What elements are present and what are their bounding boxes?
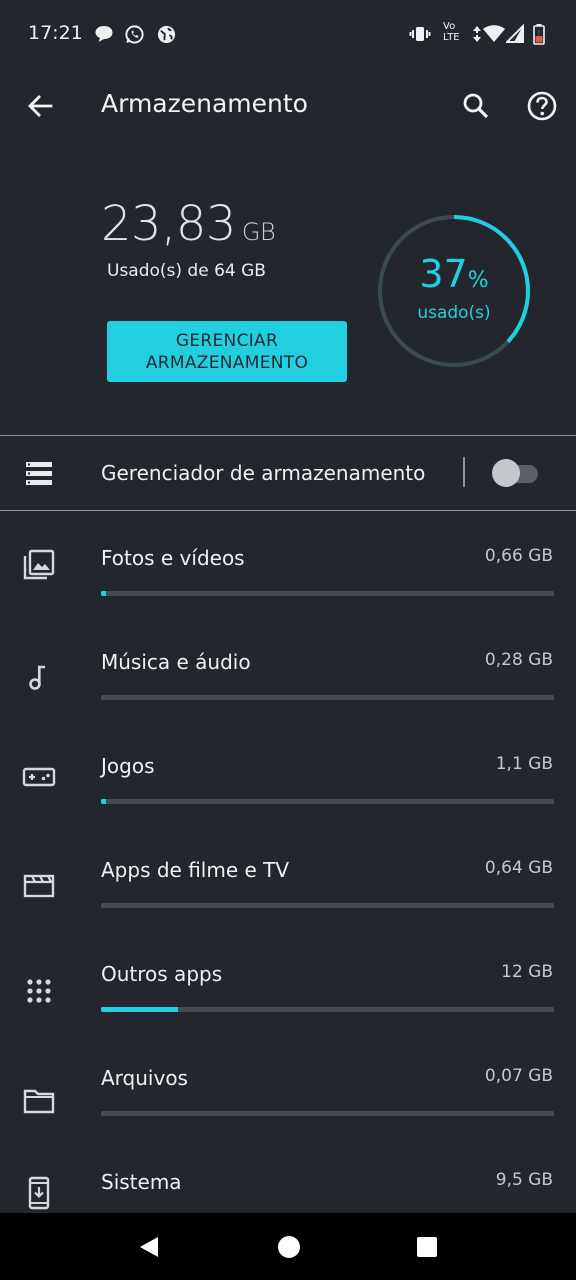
category-label: Jogos bbox=[101, 754, 155, 778]
gamepad-icon bbox=[22, 760, 56, 794]
category-usage-bar bbox=[101, 591, 554, 596]
volte-label: Vo LTE bbox=[443, 21, 460, 43]
usage-percent-label: usado(s) bbox=[417, 303, 491, 323]
system-update-icon bbox=[22, 1176, 56, 1210]
category-usage-bar bbox=[101, 695, 554, 700]
manage-button-line1: GERENCIAR bbox=[175, 330, 279, 351]
toggle-thumb bbox=[492, 459, 520, 487]
battery-icon: ! bbox=[533, 23, 545, 45]
divider bbox=[0, 510, 576, 511]
globe-icon bbox=[156, 23, 177, 45]
whatsapp-icon bbox=[124, 23, 145, 45]
category-item[interactable]: Outros apps 12 GB bbox=[0, 942, 576, 1046]
category-size: 1,1 GB bbox=[495, 754, 553, 774]
music-note-icon bbox=[22, 660, 56, 694]
category-label: Outros apps bbox=[101, 962, 223, 986]
data-arrows-icon bbox=[472, 23, 482, 45]
photos-icon bbox=[22, 548, 56, 582]
arrow-back-icon bbox=[28, 95, 53, 117]
category-usage-bar bbox=[101, 1111, 554, 1116]
category-usage-fill bbox=[101, 591, 106, 596]
folder-icon bbox=[22, 1084, 56, 1118]
nav-recents-button[interactable] bbox=[417, 1237, 437, 1257]
navigation-bar bbox=[0, 1213, 576, 1280]
vertical-divider bbox=[463, 457, 465, 487]
usage-percent-value: 37 bbox=[419, 252, 468, 296]
nav-home-button[interactable] bbox=[278, 1236, 300, 1258]
manage-button-line2: ARMAZENAMENTO bbox=[145, 352, 309, 373]
status-time: 17:21 bbox=[28, 22, 83, 44]
category-size: 0,66 GB bbox=[484, 546, 553, 566]
category-label: Fotos e vídeos bbox=[101, 546, 245, 570]
category-item[interactable]: Arquivos 0,07 GB bbox=[0, 1046, 576, 1150]
manage-storage-button[interactable]: GERENCIAR ARMAZENAMENTO bbox=[107, 321, 347, 382]
search-icon bbox=[463, 93, 489, 119]
category-label: Arquivos bbox=[101, 1066, 188, 1090]
category-size: 0,28 GB bbox=[484, 650, 553, 670]
storage-manager-label: Gerenciador de armazenamento bbox=[101, 461, 426, 485]
category-label: Música e áudio bbox=[101, 650, 251, 674]
used-storage-value: 23,83 GB bbox=[101, 196, 276, 252]
category-item[interactable]: Apps de filme e TV 0,64 GB bbox=[0, 838, 576, 942]
usage-percent: 37% bbox=[384, 252, 524, 296]
category-usage-fill bbox=[101, 799, 106, 804]
back-button[interactable] bbox=[24, 90, 56, 122]
vibrate-icon bbox=[409, 23, 431, 45]
help-button[interactable] bbox=[525, 89, 559, 123]
category-usage-bar bbox=[101, 903, 554, 908]
category-item[interactable]: Jogos 1,1 GB bbox=[0, 734, 576, 838]
wifi-icon bbox=[482, 23, 506, 45]
category-label: Apps de filme e TV bbox=[101, 858, 290, 882]
category-label: Sistema bbox=[101, 1170, 182, 1194]
category-usage-bar bbox=[101, 1007, 554, 1012]
category-size: 0,07 GB bbox=[484, 1066, 553, 1086]
search-button[interactable] bbox=[460, 90, 492, 122]
category-item[interactable]: Música e áudio 0,28 GB bbox=[0, 630, 576, 734]
usage-percent-sign: % bbox=[467, 268, 489, 293]
page-title: Armazenamento bbox=[101, 89, 308, 118]
help-icon bbox=[527, 91, 557, 121]
used-unit: GB bbox=[241, 218, 276, 246]
category-usage-fill bbox=[101, 1007, 178, 1012]
movie-icon bbox=[22, 868, 56, 902]
storage-list-icon bbox=[24, 460, 54, 492]
used-of-total: Usado(s) de 64 GB bbox=[107, 261, 266, 281]
category-item[interactable]: Fotos e vídeos 0,66 GB bbox=[0, 526, 576, 630]
used-value: 23,83 bbox=[101, 196, 236, 252]
signal-icon bbox=[506, 23, 524, 45]
triangle-back-icon bbox=[140, 1237, 158, 1257]
status-bar: 17:21 Vo LTE ! bbox=[0, 0, 576, 68]
apps-grid-icon bbox=[22, 974, 56, 1008]
category-size: 0,64 GB bbox=[484, 858, 553, 878]
category-size: 12 GB bbox=[501, 962, 553, 982]
nav-back-button[interactable] bbox=[137, 1235, 161, 1263]
chat-icon bbox=[94, 23, 114, 45]
category-usage-bar bbox=[101, 799, 554, 804]
svg-text:!: ! bbox=[538, 29, 541, 37]
category-size: 9,5 GB bbox=[495, 1170, 553, 1190]
